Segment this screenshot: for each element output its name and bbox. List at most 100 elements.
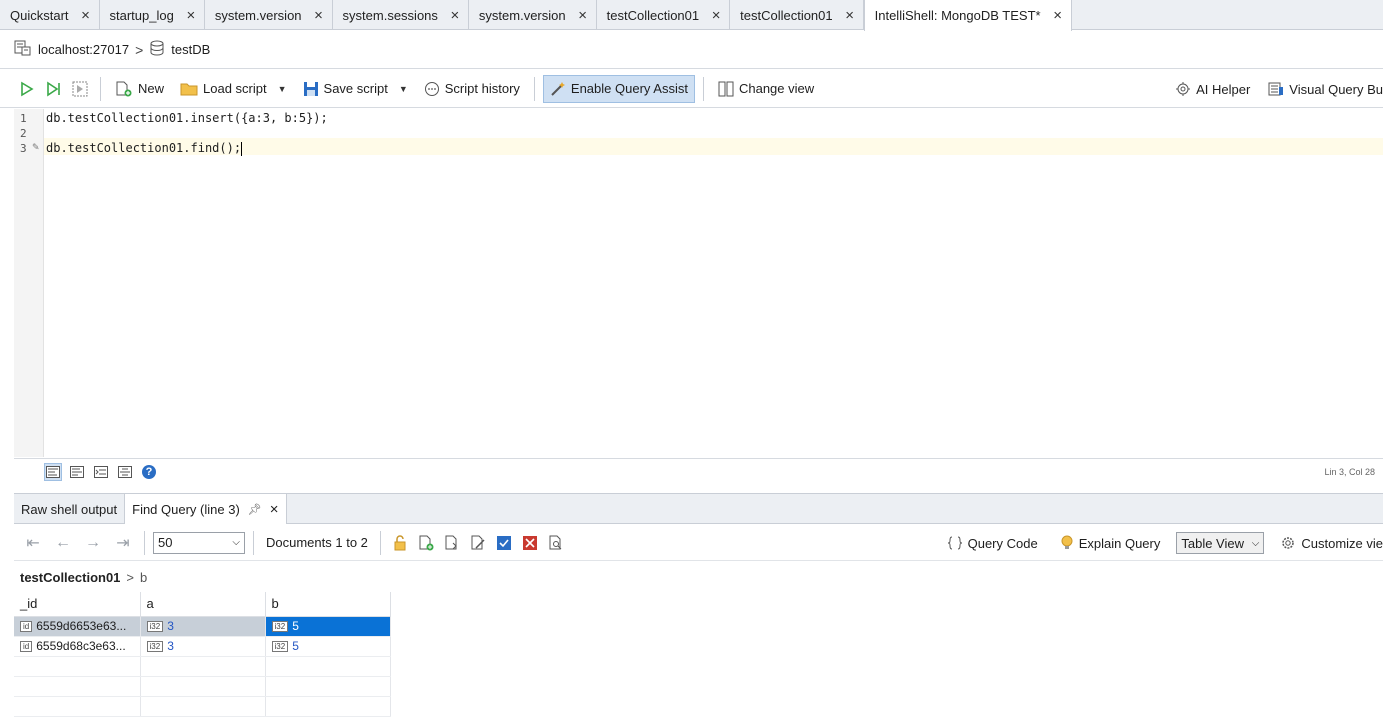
column-header-b[interactable]: b xyxy=(265,592,391,617)
tab-label: system.version xyxy=(214,7,302,23)
int32-type-icon: i32 xyxy=(271,641,289,653)
editor-mode-icon[interactable] xyxy=(44,462,62,481)
empty-row xyxy=(14,656,391,677)
empty-cell xyxy=(140,656,266,677)
tab-quickstart[interactable]: Quickstart × xyxy=(0,0,100,30)
load-script-button[interactable]: Load script ▼ xyxy=(174,75,293,103)
delete-document-icon[interactable] xyxy=(519,532,541,554)
toolbar-divider xyxy=(100,76,101,101)
pin-icon[interactable]: 📌︎ xyxy=(248,503,262,516)
next-page-icon[interactable]: → xyxy=(80,534,106,552)
result-path-field[interactable]: b xyxy=(140,570,147,585)
edit-document-icon[interactable] xyxy=(467,532,489,554)
outline-icon[interactable] xyxy=(116,463,134,481)
close-icon[interactable]: × xyxy=(843,8,857,23)
change-view-button[interactable]: Change view xyxy=(712,75,820,103)
commit-icon[interactable] xyxy=(493,532,515,554)
result-tab-bar: Raw shell output Find Query (line 3) 📌︎ … xyxy=(14,493,1383,524)
tab-system-sessions[interactable]: system.sessions × xyxy=(333,0,469,30)
line-number: 2 xyxy=(20,127,27,140)
tab-find-query[interactable]: Find Query (line 3) 📌︎ × xyxy=(125,494,287,524)
tab-test-collection[interactable]: testCollection01 × xyxy=(597,0,731,30)
table-row[interactable]: id 6559d6653e63... i32 3 i32 5 xyxy=(14,616,391,637)
cell-id[interactable]: id 6559d6653e63... xyxy=(14,616,141,637)
page-size-select[interactable]: 50 ⌵ xyxy=(153,531,245,554)
lightbulb-icon xyxy=(1061,535,1073,549)
clone-document-icon[interactable] xyxy=(441,532,463,554)
lock-icon[interactable] xyxy=(389,532,411,554)
explain-query-button[interactable]: Explain Query xyxy=(1054,529,1167,557)
tab-raw-shell-output[interactable]: Raw shell output xyxy=(14,494,126,524)
cell-id[interactable]: id 6559d68c3e63... xyxy=(14,636,141,657)
result-path-collection[interactable]: testCollection01 xyxy=(20,570,120,585)
help-icon[interactable]: ? xyxy=(140,463,158,481)
close-icon[interactable]: × xyxy=(79,8,93,23)
objectid-type-icon: id xyxy=(20,641,33,653)
code-line-3: db.testCollection01.find(); xyxy=(46,141,243,156)
cell-a[interactable]: i32 3 xyxy=(140,636,266,657)
current-line-highlight xyxy=(44,138,1383,155)
cell-a[interactable]: i32 3 xyxy=(140,616,266,637)
toolbar-divider xyxy=(533,76,535,101)
search-document-icon[interactable] xyxy=(545,532,567,554)
column-header-a[interactable]: a xyxy=(140,592,266,617)
run-selection-button[interactable] xyxy=(68,75,92,103)
code-line-1: db.testCollection01.insert({a:3, b:5}); xyxy=(46,111,328,125)
customize-view-label: Customize vie xyxy=(1301,535,1383,551)
close-icon[interactable]: × xyxy=(270,501,279,518)
save-script-button[interactable]: Save script ▼ xyxy=(297,75,414,103)
code-editor[interactable]: 1 2 3 ✎ db.testCollection01.insert({a:3,… xyxy=(14,109,1383,457)
visual-query-builder-button[interactable]: Visual Query Bu xyxy=(1262,75,1383,103)
results-toolbar-right: Query Code Explain Query Table View ⌵ Cu… xyxy=(941,525,1383,561)
breadcrumb-server[interactable]: localhost:27017 xyxy=(38,42,129,57)
tab-startup-log[interactable]: startup_log × xyxy=(100,0,205,30)
chevron-right-icon: > xyxy=(135,41,144,58)
empty-row xyxy=(14,696,391,717)
new-button[interactable]: New xyxy=(109,75,170,103)
run-current-button[interactable] xyxy=(44,75,64,103)
breadcrumb-database[interactable]: testDB xyxy=(171,42,210,57)
tab-label: system.version xyxy=(478,7,566,23)
tab-intellishell[interactable]: IntelliShell: MongoDB TEST* × xyxy=(863,0,1072,31)
results-grid[interactable]: _id a b id 6559d6653e63... i32 3 i32 5 id 65… xyxy=(14,592,1383,725)
close-icon[interactable]: × xyxy=(576,8,590,23)
close-icon[interactable]: × xyxy=(184,8,198,23)
close-icon[interactable]: × xyxy=(1051,8,1065,23)
chevron-down-icon[interactable]: ▼ xyxy=(278,84,287,94)
view-mode-select[interactable]: Table View ⌵ xyxy=(1176,532,1265,554)
empty-cell xyxy=(14,656,141,677)
magic-wand-icon xyxy=(551,81,565,96)
close-icon[interactable]: × xyxy=(709,8,723,23)
chevron-down-icon[interactable]: ▼ xyxy=(399,84,408,94)
text-view-icon[interactable] xyxy=(68,463,86,481)
add-document-icon[interactable] xyxy=(415,532,437,554)
script-history-button[interactable]: Script history xyxy=(418,75,526,103)
empty-cell xyxy=(140,676,266,697)
toolbar-divider xyxy=(379,530,381,555)
chip-icon xyxy=(1176,82,1191,96)
tab-test-collection-2[interactable]: testCollection01 × xyxy=(730,0,864,30)
table-row[interactable]: id 6559d68c3e63... i32 3 i32 5 xyxy=(14,636,391,657)
tab-label: testCollection01 xyxy=(740,7,833,23)
help-glyph: ? xyxy=(142,464,156,479)
previous-page-icon[interactable]: ← xyxy=(50,534,76,552)
close-icon[interactable]: × xyxy=(312,8,326,23)
tab-system-version[interactable]: system.version × xyxy=(205,0,333,30)
column-header-id[interactable]: _id xyxy=(14,592,141,617)
ai-helper-button[interactable]: AI Helper xyxy=(1169,75,1256,103)
code-text: db.testCollection01.find(); xyxy=(46,141,242,155)
cell-b[interactable]: i32 5 xyxy=(265,636,391,657)
query-code-button[interactable]: Query Code xyxy=(941,529,1044,557)
run-button[interactable] xyxy=(14,75,40,103)
cell-b[interactable]: i32 5 xyxy=(265,616,391,637)
customize-view-button[interactable]: Customize vie xyxy=(1274,529,1383,557)
tab-system-version-2[interactable]: system.version × xyxy=(469,0,597,30)
empty-cell xyxy=(265,656,391,677)
first-page-icon[interactable]: ⇤ xyxy=(20,533,46,553)
enable-query-assist-button[interactable]: Enable Query Assist xyxy=(542,74,695,103)
last-page-icon[interactable]: ⇥ xyxy=(110,533,136,553)
indent-icon[interactable] xyxy=(92,463,110,481)
close-icon[interactable]: × xyxy=(448,8,462,23)
play-icon xyxy=(21,81,34,96)
line-number: 3 xyxy=(20,142,27,155)
